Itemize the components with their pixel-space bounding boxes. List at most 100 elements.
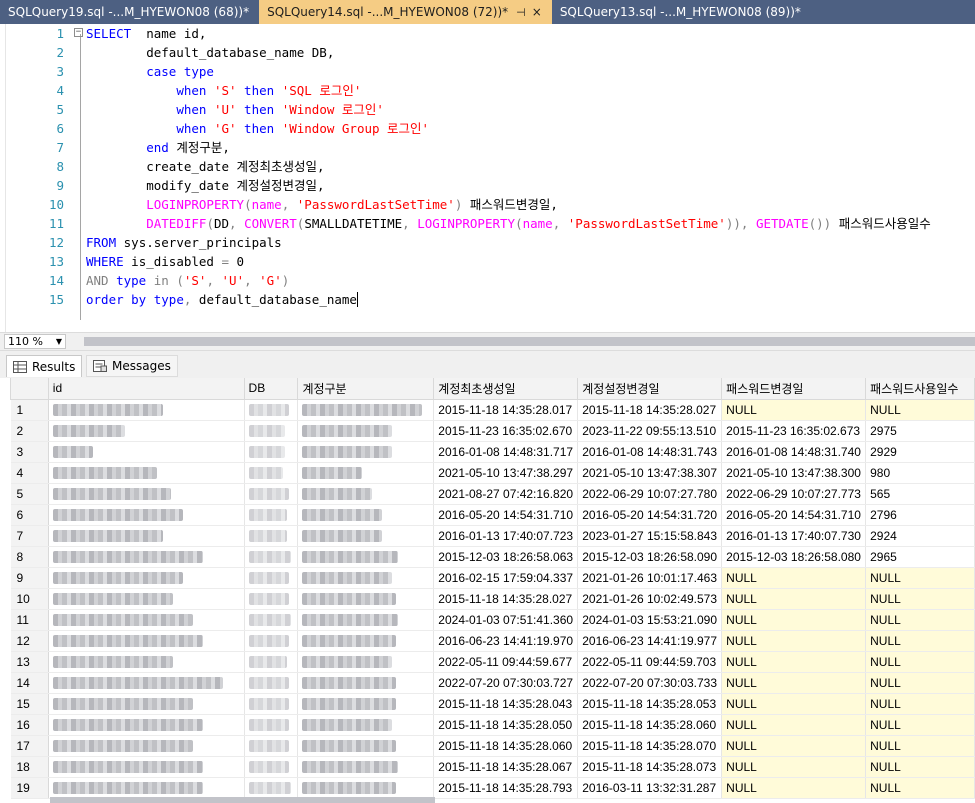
cell-modified[interactable]: 2015-12-03 18:26:58.090 xyxy=(577,546,723,568)
code-line[interactable]: 12 FROM sys.server_principals xyxy=(0,233,975,252)
cell-db[interactable] xyxy=(244,693,299,715)
row-number[interactable]: 1 xyxy=(10,399,49,421)
cell-db[interactable] xyxy=(244,567,299,589)
cell-password-changed[interactable]: NULL xyxy=(721,756,867,778)
cell-modified[interactable]: 2015-11-18 14:35:28.053 xyxy=(577,693,723,715)
code-line[interactable]: 10 LOGINPROPERTY(name, 'PasswordLastSetT… xyxy=(0,195,975,214)
table-row[interactable]: 17 2015-11-18 14:35:28.060 2015-11-18 14:3… xyxy=(10,735,975,757)
table-row[interactable]: 18 2015-11-18 14:35:28.067 2015-11-18 14:3… xyxy=(10,756,975,778)
cell-modified[interactable]: 2016-05-20 14:54:31.720 xyxy=(577,504,723,526)
cell-account-type[interactable] xyxy=(297,672,435,694)
cell-password-days[interactable]: 565 xyxy=(865,483,975,505)
cell-modified[interactable]: 2024-01-03 15:53:21.090 xyxy=(577,609,723,631)
cell-modified[interactable]: 2023-01-27 15:15:58.843 xyxy=(577,525,723,547)
cell-password-days[interactable]: 2796 xyxy=(865,504,975,526)
cell-db[interactable] xyxy=(244,441,299,463)
cell-account-type[interactable] xyxy=(297,483,435,505)
table-row[interactable]: 4 2021-05-10 13:47:38.297 2021-05-10 13:47… xyxy=(10,462,975,484)
cell-id[interactable] xyxy=(48,525,245,547)
cell-created[interactable]: 2015-11-23 16:35:02.670 xyxy=(433,420,579,442)
cell-password-days[interactable]: NULL xyxy=(865,777,975,799)
cell-account-type[interactable] xyxy=(297,777,435,799)
row-number[interactable]: 19 xyxy=(10,777,49,799)
cell-modified[interactable]: 2021-01-26 10:02:49.573 xyxy=(577,588,723,610)
cell-account-type[interactable] xyxy=(297,588,435,610)
cell-modified[interactable]: 2023-11-22 09:55:13.510 xyxy=(577,420,723,442)
table-row[interactable]: 9 2016-02-15 17:59:04.337 2021-01-26 10:01… xyxy=(10,567,975,589)
cell-db[interactable] xyxy=(244,399,299,421)
cell-db[interactable] xyxy=(244,483,299,505)
table-row[interactable]: 11 2024-01-03 07:51:41.360 2024-01-03 15:5… xyxy=(10,609,975,631)
cell-db[interactable] xyxy=(244,525,299,547)
cell-password-days[interactable]: NULL xyxy=(865,588,975,610)
cell-account-type[interactable] xyxy=(297,525,435,547)
cell-db[interactable] xyxy=(244,609,299,631)
cell-account-type[interactable] xyxy=(297,441,435,463)
cell-account-type[interactable] xyxy=(297,567,435,589)
code-line[interactable]: 2 default_database_name DB, xyxy=(0,43,975,62)
tab-results[interactable]: Results xyxy=(6,355,83,377)
cell-password-days[interactable]: 980 xyxy=(865,462,975,484)
cell-password-changed[interactable]: 2015-12-03 18:26:58.080 xyxy=(721,546,867,568)
code-line[interactable]: 14 AND type in ('S', 'U', 'G') xyxy=(0,271,975,290)
row-number[interactable]: 10 xyxy=(10,588,49,610)
cell-id[interactable] xyxy=(48,714,245,736)
column-header-created[interactable]: 계정최초생성일 xyxy=(433,378,579,400)
cell-db[interactable] xyxy=(244,777,299,799)
cell-account-type[interactable] xyxy=(297,630,435,652)
cell-password-days[interactable]: NULL xyxy=(865,714,975,736)
code-line[interactable]: 9 modify_date 계정설정변경일, xyxy=(0,176,975,195)
cell-account-type[interactable] xyxy=(297,693,435,715)
code-line[interactable]: 8 create_date 계정최초생성일, xyxy=(0,157,975,176)
cell-created[interactable]: 2022-05-11 09:44:59.677 xyxy=(433,651,579,673)
corner-cell[interactable] xyxy=(10,378,49,400)
cell-account-type[interactable] xyxy=(297,504,435,526)
editor-horizontal-scrollbar[interactable] xyxy=(84,337,975,346)
row-number[interactable]: 14 xyxy=(10,672,49,694)
row-number[interactable]: 17 xyxy=(10,735,49,757)
row-number[interactable]: 5 xyxy=(10,483,49,505)
results-grid[interactable]: id DB 계정구분 계정최초생성일 계정설정변경일 패스워드변경일 패스워드사… xyxy=(10,378,975,803)
cell-modified[interactable]: 2015-11-18 14:35:28.070 xyxy=(577,735,723,757)
cell-password-days[interactable]: NULL xyxy=(865,567,975,589)
cell-password-changed[interactable]: NULL xyxy=(721,567,867,589)
row-number[interactable]: 4 xyxy=(10,462,49,484)
table-row[interactable]: 10 2015-11-18 14:35:28.027 2021-01-26 10:0… xyxy=(10,588,975,610)
table-row[interactable]: 2 2015-11-23 16:35:02.670 2023-11-22 09:55… xyxy=(10,420,975,442)
cell-password-changed[interactable]: 2016-05-20 14:54:31.710 xyxy=(721,504,867,526)
cell-modified[interactable]: 2015-11-18 14:35:28.027 xyxy=(577,399,723,421)
table-row[interactable]: 16 2015-11-18 14:35:28.050 2015-11-18 14:3… xyxy=(10,714,975,736)
table-row[interactable]: 1 2015-11-18 14:35:28.017 2015-11-18 14:35… xyxy=(10,399,975,421)
cell-id[interactable] xyxy=(48,630,245,652)
cell-created[interactable]: 2015-11-18 14:35:28.017 xyxy=(433,399,579,421)
cell-account-type[interactable] xyxy=(297,546,435,568)
cell-modified[interactable]: 2016-01-08 14:48:31.743 xyxy=(577,441,723,463)
cell-password-days[interactable]: 2965 xyxy=(865,546,975,568)
table-row[interactable]: 7 2016-01-13 17:40:07.723 2023-01-27 15:15… xyxy=(10,525,975,547)
query-editor[interactable]: 1− SELECT name id, 2 default_database_name… xyxy=(0,24,975,332)
cell-password-changed[interactable]: NULL xyxy=(721,651,867,673)
cell-password-changed[interactable]: NULL xyxy=(721,693,867,715)
row-number[interactable]: 12 xyxy=(10,630,49,652)
row-number[interactable]: 9 xyxy=(10,567,49,589)
cell-id[interactable] xyxy=(48,756,245,778)
cell-password-days[interactable]: NULL xyxy=(865,399,975,421)
cell-id[interactable] xyxy=(48,420,245,442)
cell-modified[interactable]: 2015-11-18 14:35:28.060 xyxy=(577,714,723,736)
cell-password-changed[interactable]: 2015-11-23 16:35:02.673 xyxy=(721,420,867,442)
cell-id[interactable] xyxy=(48,441,245,463)
cell-password-days[interactable]: 2924 xyxy=(865,525,975,547)
cell-modified[interactable]: 2015-11-18 14:35:28.073 xyxy=(577,756,723,778)
tab-sqlquery19[interactable]: SQLQuery19.sql -...M_HYEWON08 (68))* xyxy=(0,0,259,24)
cell-created[interactable]: 2021-05-10 13:47:38.297 xyxy=(433,462,579,484)
cell-password-changed[interactable]: 2016-01-08 14:48:31.740 xyxy=(721,441,867,463)
row-number[interactable]: 7 xyxy=(10,525,49,547)
cell-id[interactable] xyxy=(48,651,245,673)
row-number[interactable]: 15 xyxy=(10,693,49,715)
cell-db[interactable] xyxy=(244,630,299,652)
cell-created[interactable]: 2016-01-13 17:40:07.723 xyxy=(433,525,579,547)
tab-sqlquery14[interactable]: SQLQuery14.sql -...M_HYEWON08 (72))* ⊣ × xyxy=(259,0,552,24)
cell-created[interactable]: 2024-01-03 07:51:41.360 xyxy=(433,609,579,631)
cell-created[interactable]: 2016-06-23 14:41:19.970 xyxy=(433,630,579,652)
cell-account-type[interactable] xyxy=(297,609,435,631)
